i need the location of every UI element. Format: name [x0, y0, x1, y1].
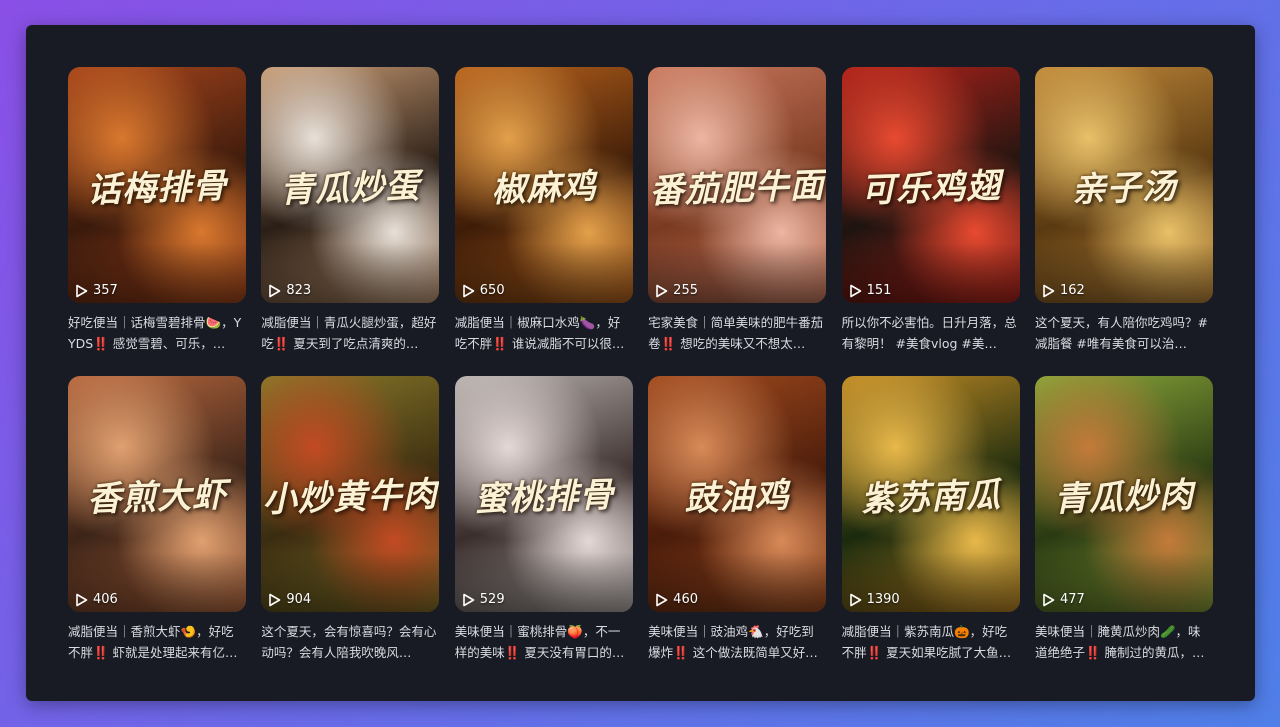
view-count: 460: [655, 592, 698, 607]
play-icon: [462, 284, 475, 297]
thumbnail-title: 香煎大虾: [86, 475, 228, 520]
view-count-value: 162: [1059, 283, 1085, 298]
video-description[interactable]: 这个夏天，会有惊喜吗？会有心动吗？会有人陪我吹晚风…: [261, 621, 439, 663]
video-description[interactable]: 减脂便当｜椒麻口水鸡🍆，好吃不胖‼️ 谁说减脂不可以很…: [455, 312, 633, 354]
view-count: 357: [75, 283, 118, 298]
thumbnail-title: 青瓜炒蛋: [279, 166, 422, 211]
video-thumbnail[interactable]: 蜜桃排骨 529: [454, 376, 633, 612]
video-thumbnail[interactable]: 番茄肥牛面 255: [648, 67, 827, 303]
view-count: 255: [655, 283, 698, 298]
video-card[interactable]: 香煎大虾 406 减脂便当｜香煎大虾🍤，好吃不胖‼️ 虾就是处理起来有亿…: [68, 376, 246, 685]
view-count-value: 406: [93, 592, 118, 607]
video-thumbnail[interactable]: 香煎大虾 406: [68, 376, 246, 612]
video-thumbnail[interactable]: 亲子汤 162: [1034, 67, 1213, 303]
video-description[interactable]: 这个夏天，有人陪你吃鸡吗？#减脂餐 #唯有美食可以治…: [1035, 312, 1213, 354]
thumbnail-title: 亲子汤: [1070, 166, 1178, 211]
thumbnail-title: 青瓜炒肉: [1053, 475, 1195, 520]
view-count-value: 255: [673, 283, 698, 298]
video-description[interactable]: 宅家美食｜简单美味的肥牛番茄卷‼️ 想吃的美味又不想太…: [648, 312, 826, 354]
video-card[interactable]: 蜜桃排骨 529 美味便当｜蜜桃排骨🍑，不一样的美味‼️ 夏天没有胃口的…: [454, 376, 633, 685]
video-description[interactable]: 减脂便当｜青瓜火腿炒蛋，超好吃‼️ 夏天到了吃点清爽的…: [261, 312, 439, 354]
video-description[interactable]: 减脂便当｜紫苏南瓜🎃，好吃不胖‼️ 夏天如果吃腻了大鱼…: [842, 621, 1020, 663]
video-card[interactable]: 豉油鸡 460 美味便当｜豉油鸡🐔，好吃到爆炸‼️ 这个做法既简单又好…: [648, 376, 827, 685]
view-count-value: 823: [286, 283, 312, 298]
play-icon: [462, 593, 475, 606]
video-description[interactable]: 减脂便当｜香煎大虾🍤，好吃不胖‼️ 虾就是处理起来有亿…: [68, 621, 246, 663]
view-count-value: 904: [286, 592, 312, 607]
view-count: 529: [462, 592, 505, 607]
video-thumbnail[interactable]: 紫苏南瓜 1390: [841, 376, 1020, 612]
play-icon: [76, 593, 88, 606]
video-card[interactable]: 紫苏南瓜 1390 减脂便当｜紫苏南瓜🎃，好吃不胖‼️ 夏天如果吃腻了大鱼…: [841, 376, 1020, 685]
thumbnail-title: 可乐鸡翅: [860, 166, 1002, 211]
video-card[interactable]: 小炒黄牛肉 904 这个夏天，会有惊喜吗？会有心动吗？会有人陪我吹晚风…: [261, 376, 440, 685]
thumbnail-title: 椒麻鸡: [490, 166, 598, 211]
view-count-value: 529: [479, 592, 505, 607]
play-icon: [849, 284, 861, 297]
view-count: 650: [462, 283, 505, 298]
view-count-value: 460: [673, 592, 698, 607]
video-thumbnail[interactable]: 青瓜炒蛋 823: [261, 67, 440, 303]
view-count-value: 477: [1059, 592, 1085, 607]
view-count: 162: [1042, 283, 1085, 298]
thumbnail-title: 小炒黄牛肉: [262, 474, 439, 521]
video-thumbnail[interactable]: 椒麻鸡 650: [454, 67, 633, 303]
view-count: 823: [268, 283, 311, 298]
play-icon: [1043, 284, 1055, 297]
view-count: 904: [268, 592, 311, 607]
video-card[interactable]: 可乐鸡翅 151 所以你不必害怕。日升月落，总有黎明！ #美食vlog #美…: [841, 67, 1020, 376]
view-count: 477: [1042, 592, 1085, 607]
play-icon: [1043, 593, 1055, 606]
thumbnail-title: 紫苏南瓜: [860, 475, 1002, 520]
view-count-value: 357: [93, 283, 118, 298]
play-icon: [656, 593, 668, 606]
play-icon: [849, 593, 861, 606]
view-count-value: 151: [866, 283, 892, 298]
video-card[interactable]: 青瓜炒蛋 823 减脂便当｜青瓜火腿炒蛋，超好吃‼️ 夏天到了吃点清爽的…: [261, 67, 440, 376]
thumbnail-title: 话梅排骨: [86, 166, 228, 211]
play-icon: [269, 593, 281, 606]
view-count: 1390: [849, 592, 900, 607]
video-thumbnail[interactable]: 可乐鸡翅 151: [841, 67, 1020, 303]
video-description[interactable]: 美味便当｜豉油鸡🐔，好吃到爆炸‼️ 这个做法既简单又好…: [648, 621, 826, 663]
thumbnail-title: 番茄肥牛面: [649, 165, 826, 212]
video-description[interactable]: 好吃便当｜话梅雪碧排骨🍉，YYDS‼️ 感觉雪碧、可乐，…: [68, 312, 246, 354]
play-icon: [76, 284, 88, 297]
video-card[interactable]: 话梅排骨 357 好吃便当｜话梅雪碧排骨🍉，YYDS‼️ 感觉雪碧、可乐，…: [68, 67, 246, 376]
video-card[interactable]: 番茄肥牛面 255 宅家美食｜简单美味的肥牛番茄卷‼️ 想吃的美味又不想太…: [648, 67, 827, 376]
video-thumbnail[interactable]: 青瓜炒肉 477: [1034, 376, 1213, 612]
video-grid: 话梅排骨 357 好吃便当｜话梅雪碧排骨🍉，YYDS‼️ 感觉雪碧、可乐，… 青…: [68, 67, 1213, 685]
video-description[interactable]: 所以你不必害怕。日升月落，总有黎明！ #美食vlog #美…: [842, 312, 1020, 354]
video-thumbnail[interactable]: 小炒黄牛肉 904: [261, 376, 440, 612]
video-thumbnail[interactable]: 豉油鸡 460: [648, 376, 827, 612]
play-icon: [656, 284, 668, 297]
video-description[interactable]: 美味便当｜蜜桃排骨🍑，不一样的美味‼️ 夏天没有胃口的…: [455, 621, 633, 663]
view-count-value: 650: [479, 283, 505, 298]
video-card[interactable]: 亲子汤 162 这个夏天，有人陪你吃鸡吗？#减脂餐 #唯有美食可以治…: [1034, 67, 1213, 376]
video-description[interactable]: 美味便当｜腌黄瓜炒肉🥒，味道绝绝子‼️ 腌制过的黄瓜，…: [1035, 621, 1213, 663]
thumbnail-title: 豉油鸡: [684, 475, 791, 520]
view-count-value: 1390: [866, 592, 900, 607]
video-grid-panel: 话梅排骨 357 好吃便当｜话梅雪碧排骨🍉，YYDS‼️ 感觉雪碧、可乐，… 青…: [26, 25, 1255, 701]
play-icon: [269, 284, 281, 297]
thumbnail-title: 蜜桃排骨: [473, 475, 615, 520]
view-count: 151: [849, 283, 892, 298]
view-count: 406: [75, 592, 118, 607]
video-card[interactable]: 青瓜炒肉 477 美味便当｜腌黄瓜炒肉🥒，味道绝绝子‼️ 腌制过的黄瓜，…: [1034, 376, 1213, 685]
video-thumbnail[interactable]: 话梅排骨 357: [68, 67, 246, 303]
video-card[interactable]: 椒麻鸡 650 减脂便当｜椒麻口水鸡🍆，好吃不胖‼️ 谁说减脂不可以很…: [454, 67, 633, 376]
